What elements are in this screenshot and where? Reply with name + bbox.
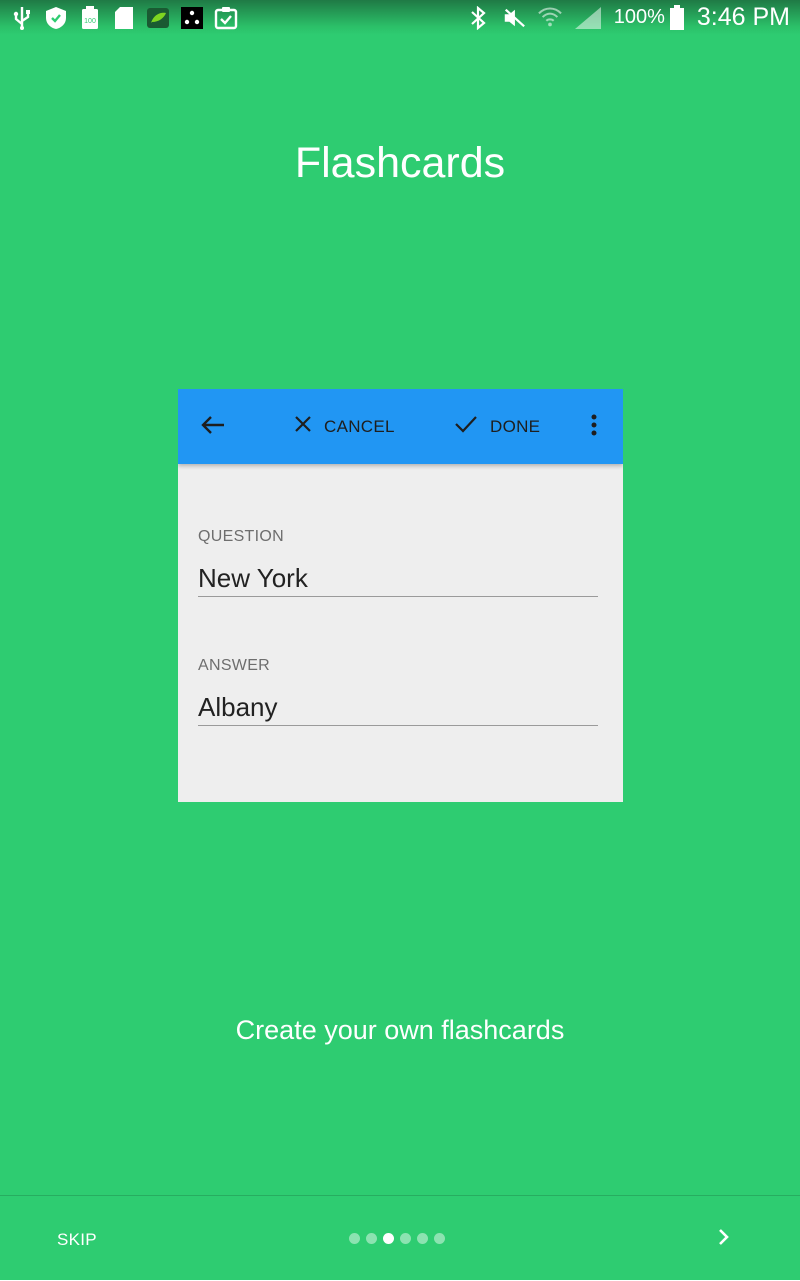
status-bar: 100 100% 3:46 PM <box>0 0 800 35</box>
onboarding-footer: SKIP <box>0 1195 800 1281</box>
question-label: QUESTION <box>198 528 284 545</box>
clock: 3:46 PM <box>696 3 790 31</box>
answer-label: ANSWER <box>198 657 271 674</box>
more-vert-icon <box>588 413 600 437</box>
close-icon <box>294 415 312 438</box>
onboarding-screen: Flashcards CANCEL DONE QUESTION New York… <box>0 35 800 1280</box>
page-dot <box>434 1233 445 1244</box>
sd-card-icon <box>112 6 136 30</box>
question-field: New York <box>198 562 598 597</box>
page-title: Flashcards <box>294 139 506 187</box>
signal-icon <box>574 6 602 30</box>
vibrate-mute-icon <box>502 6 526 30</box>
page-dot <box>400 1233 411 1244</box>
battery-percent: 100% <box>613 6 665 28</box>
preview-cancel-action: CANCEL <box>294 415 395 438</box>
usb-icon <box>10 6 34 30</box>
dice-icon <box>180 6 204 30</box>
next-button[interactable] <box>712 1226 734 1248</box>
flashcard-preview: CANCEL DONE QUESTION New York ANSWER Alb… <box>178 389 623 802</box>
chevron-right-icon <box>719 1229 729 1245</box>
page-dot <box>417 1233 428 1244</box>
battery-icon <box>669 4 685 30</box>
svg-text:100: 100 <box>84 18 96 25</box>
cancel-label: CANCEL <box>324 416 395 436</box>
shield-icon <box>44 6 68 30</box>
bluetooth-icon <box>466 5 490 30</box>
preview-done-action: DONE <box>454 415 540 438</box>
page-indicator <box>349 1233 445 1244</box>
preview-toolbar: CANCEL DONE <box>178 389 623 464</box>
back-arrow-icon <box>200 412 226 438</box>
page-dot <box>366 1233 377 1244</box>
status-bar-system: 100% 3:46 PM <box>466 0 790 35</box>
skip-button[interactable]: SKIP <box>57 1230 97 1250</box>
battery-100-icon: 100 <box>78 5 102 30</box>
page-subtitle: Create your own flashcards <box>235 1015 565 1045</box>
done-label: DONE <box>490 416 541 436</box>
leaf-icon <box>146 6 170 30</box>
page-dot <box>349 1233 360 1244</box>
status-bar-notifications: 100 <box>10 4 238 31</box>
clipboard-check-icon <box>214 6 238 30</box>
wifi-icon <box>537 6 562 30</box>
answer-field: Albany <box>198 691 598 726</box>
check-icon <box>454 415 478 438</box>
page-dot-active <box>383 1233 394 1244</box>
